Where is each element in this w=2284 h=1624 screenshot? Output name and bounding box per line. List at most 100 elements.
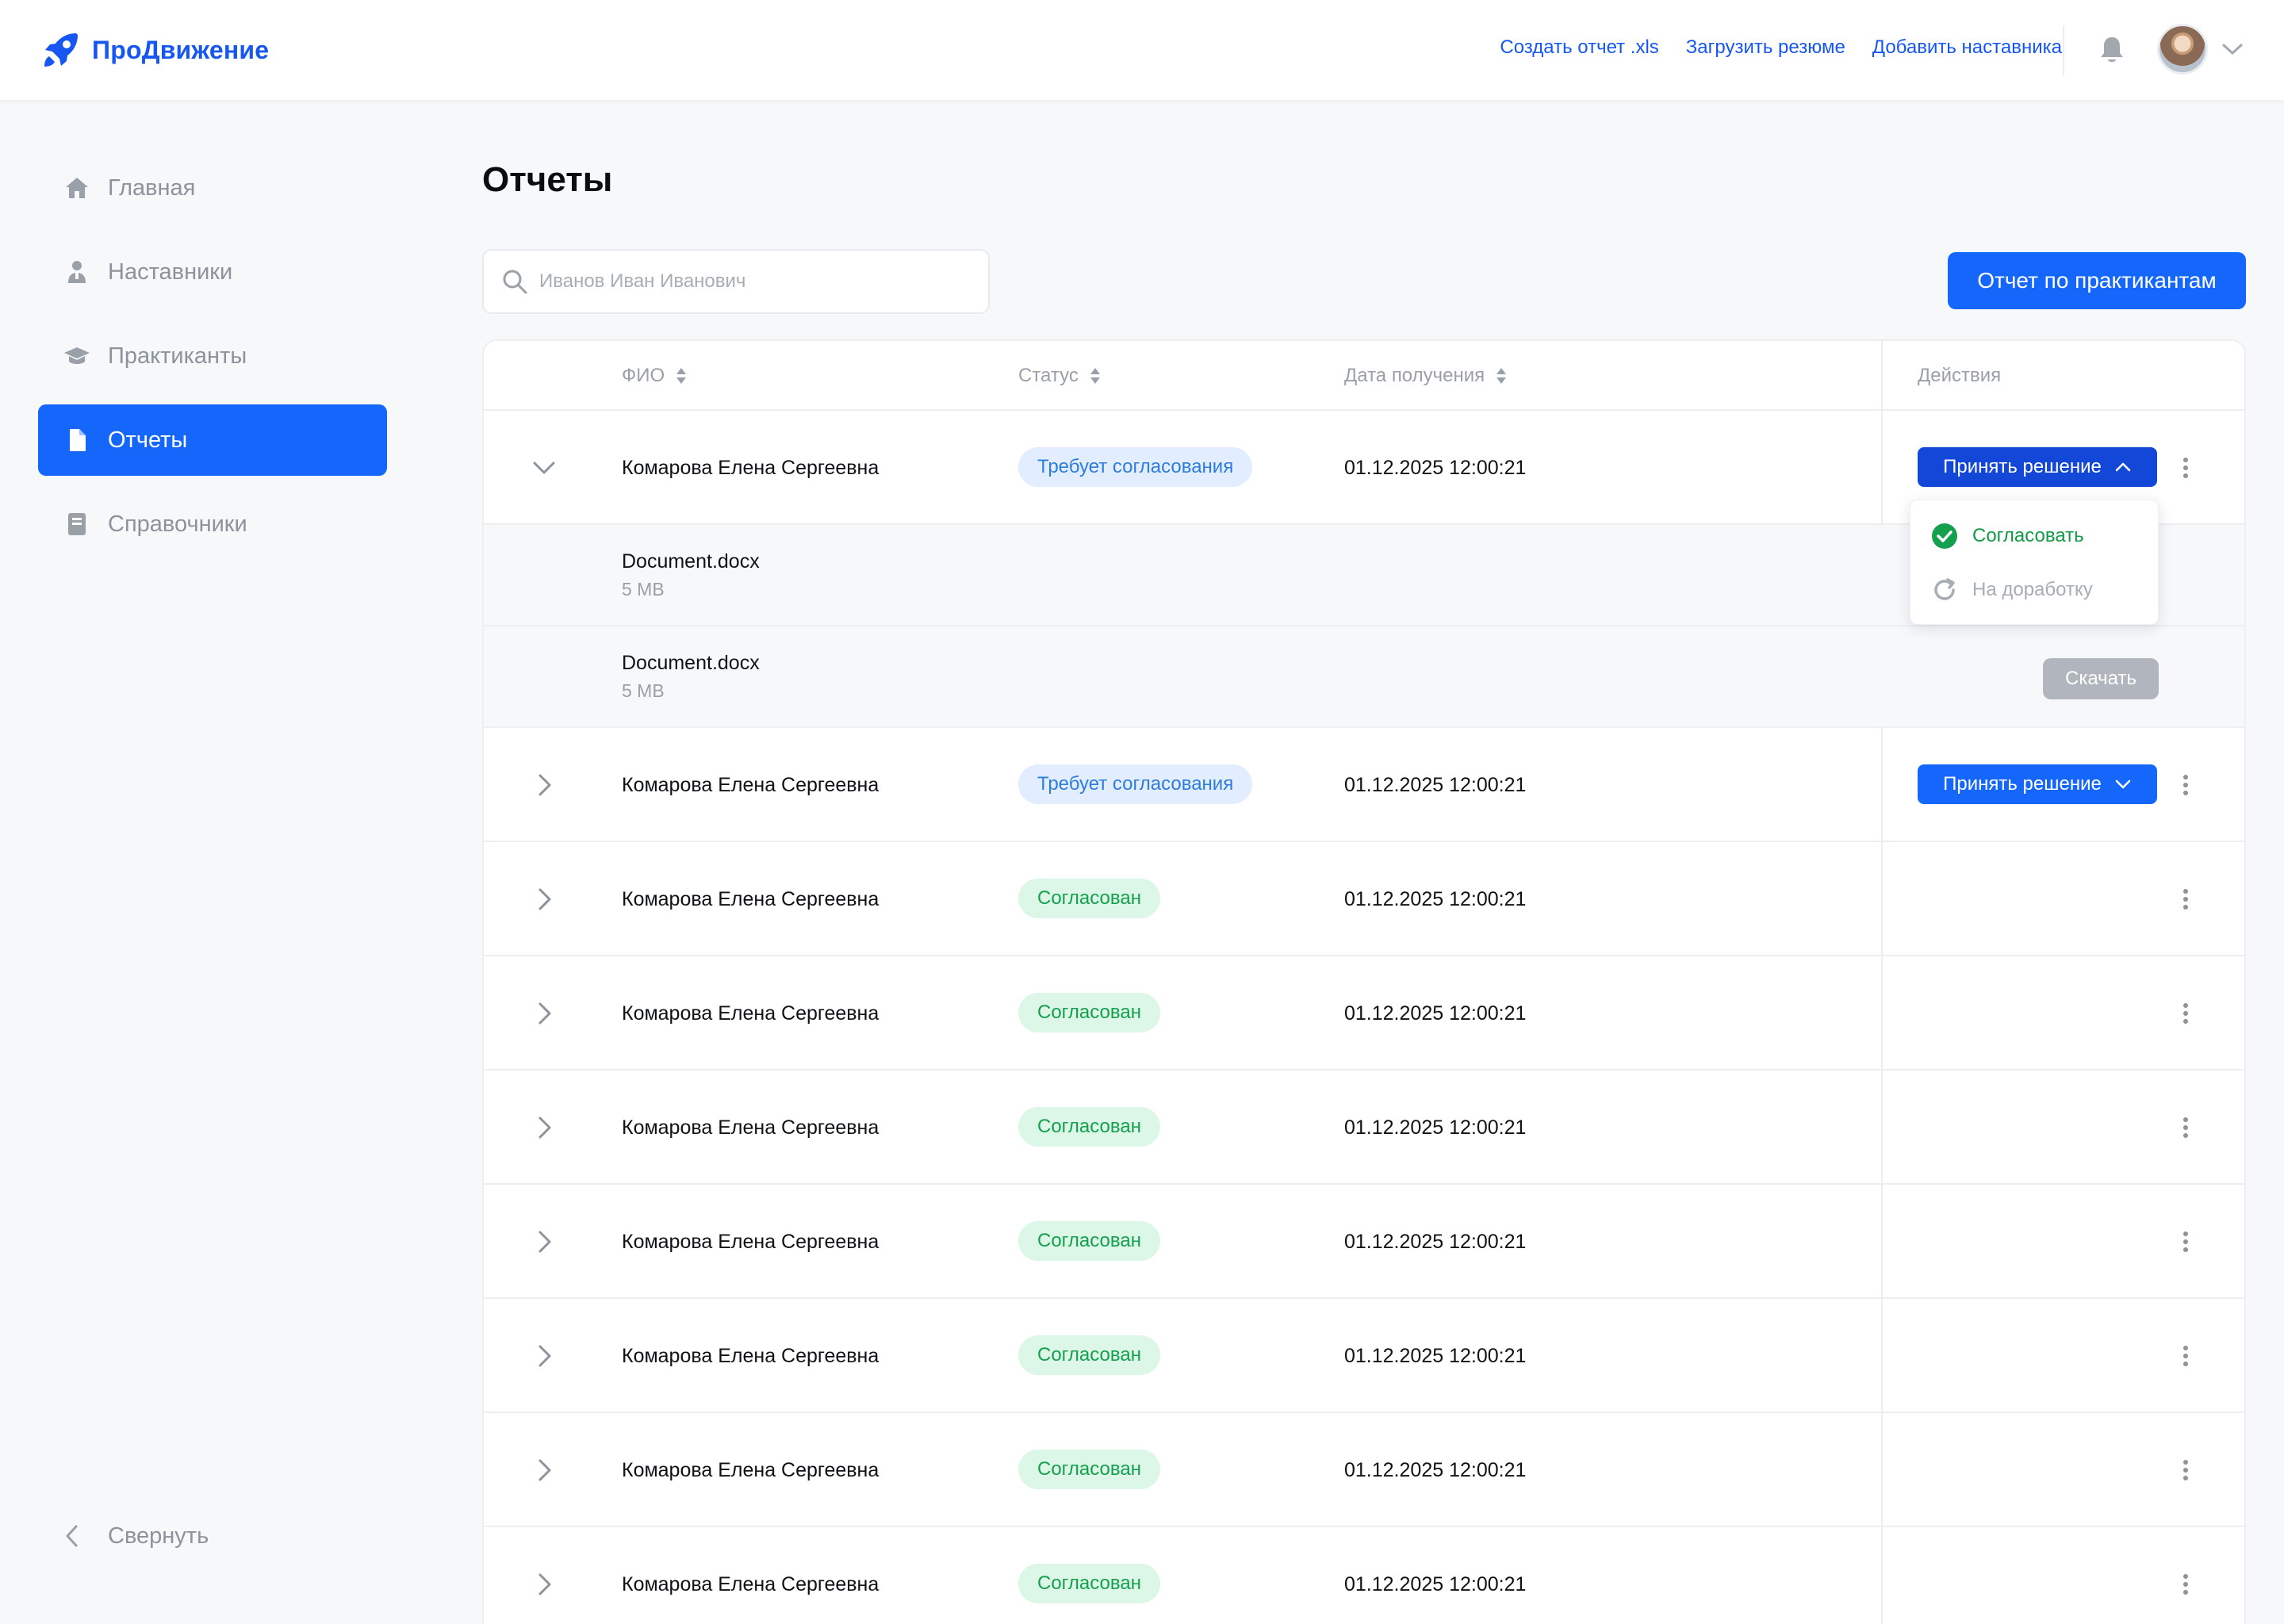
chevron-right-icon[interactable]	[530, 1113, 558, 1142]
chevron-right-icon[interactable]	[530, 1342, 558, 1370]
row-date: 01.12.2025 12:00:21	[1344, 1002, 1527, 1025]
row-name: Комарова Елена Сергеевна	[622, 1459, 879, 1481]
interns-report-button[interactable]: Отчет по практикантам	[1948, 252, 2246, 309]
chevron-right-icon[interactable]	[530, 999, 558, 1028]
decide-button[interactable]: Принять решение	[1918, 447, 2157, 487]
row-name: Комарова Елена Сергеевна	[622, 1573, 879, 1595]
app-logo[interactable]: ПроДвижение	[41, 30, 269, 70]
chevron-down-icon[interactable]	[530, 454, 558, 482]
chevron-left-icon	[66, 1525, 78, 1547]
more-icon[interactable]	[2176, 1226, 2195, 1258]
row-name: Комарова Елена Сергеевна	[622, 1002, 879, 1025]
header-divider	[2063, 25, 2064, 76]
column-header-status[interactable]: Статус	[1018, 365, 1101, 387]
row-date: 01.12.2025 12:00:21	[1344, 1231, 1527, 1253]
table-row[interactable]: Комарова Елена Сергеевна Согласован 01.1…	[484, 1071, 2244, 1185]
column-header-date[interactable]: Дата получения	[1344, 365, 1507, 387]
rocket-logo-icon	[44, 33, 78, 67]
row-date: 01.12.2025 12:00:21	[1344, 774, 1527, 796]
decide-button[interactable]: Принять решение	[1918, 764, 2157, 804]
chevron-right-icon[interactable]	[530, 1456, 558, 1484]
table-row[interactable]: Комарова Елена Сергеевна Согласован 01.1…	[484, 1185, 2244, 1299]
row-name: Комарова Елена Сергеевна	[622, 457, 879, 479]
row-name: Комарова Елена Сергеевна	[622, 774, 879, 796]
row-name: Комарова Елена Сергеевна	[622, 1116, 879, 1139]
sidebar-item-label: Наставники	[108, 259, 233, 285]
column-header-label: Действия	[1918, 365, 2002, 386]
file-size: 5 MB	[622, 579, 665, 599]
check-circle-icon	[1932, 523, 1957, 549]
sidebar-item-home[interactable]: Главная	[38, 152, 387, 224]
add-mentor-link[interactable]: Добавить наставника	[1872, 36, 2062, 59]
column-header-name[interactable]: ФИО	[622, 365, 687, 387]
file-row: Document.docx 5 MB Скачать	[484, 626, 2244, 728]
more-icon[interactable]	[2176, 998, 2195, 1029]
column-header-label: Дата получения	[1344, 365, 1485, 386]
upload-resume-link[interactable]: Загрузить резюме	[1686, 36, 1845, 59]
row-name: Комарова Елена Сергеевна	[622, 888, 879, 910]
chevron-right-icon[interactable]	[530, 885, 558, 914]
sort-icon	[676, 368, 687, 384]
status-badge: Согласован	[1018, 879, 1160, 918]
more-icon[interactable]	[2176, 1112, 2195, 1143]
row-date: 01.12.2025 12:00:21	[1344, 888, 1527, 910]
chevron-right-icon[interactable]	[530, 1570, 558, 1599]
search-icon	[503, 270, 527, 294]
file-name[interactable]: Document.docx	[622, 550, 760, 573]
sort-icon	[1090, 368, 1100, 384]
sort-icon	[1496, 368, 1507, 384]
status-badge: Требует согласования	[1018, 447, 1253, 487]
more-icon[interactable]	[2176, 452, 2195, 484]
page-title: Отчеты	[482, 160, 613, 199]
more-icon[interactable]	[2176, 883, 2195, 915]
create-xls-report-link[interactable]: Создать отчет .xls	[1500, 36, 1658, 59]
table-row[interactable]: Комарова Елена Сергеевна Согласован 01.1…	[484, 1299, 2244, 1413]
search-box[interactable]	[482, 249, 990, 314]
book-icon	[63, 511, 90, 538]
table-row[interactable]: Комарова Елена Сергеевна Требует согласо…	[484, 728, 2244, 842]
sidebar-item-label: Справочники	[108, 511, 247, 537]
table-row[interactable]: Комарова Елена Сергеевна Согласован 01.1…	[484, 956, 2244, 1071]
home-icon	[63, 174, 90, 201]
more-icon[interactable]	[2176, 769, 2195, 801]
decide-button-label: Принять решение	[1943, 773, 2102, 795]
rework-option[interactable]: На доработку	[1931, 576, 2093, 603]
mentor-icon	[63, 259, 90, 285]
bell-icon[interactable]	[2098, 35, 2125, 65]
search-input[interactable]	[539, 270, 968, 293]
top-header: ПроДвижение Создать отчет .xls Загрузить…	[0, 0, 2284, 100]
table-header: ФИО Статус Дата получения Действия	[484, 341, 2244, 411]
row-date: 01.12.2025 12:00:21	[1344, 1573, 1527, 1595]
more-icon[interactable]	[2176, 1568, 2195, 1600]
document-icon	[63, 427, 90, 454]
status-badge: Согласован	[1018, 1450, 1160, 1489]
decision-dropdown: Согласовать На доработку	[1910, 500, 2159, 625]
approve-option[interactable]: Согласовать	[1931, 523, 2084, 550]
sidebar-item-label: Отчеты	[108, 427, 188, 453]
table-row[interactable]: Комарова Елена Сергеевна Согласован 01.1…	[484, 842, 2244, 956]
more-icon[interactable]	[2176, 1340, 2195, 1372]
sidebar-collapse-button[interactable]: Свернуть	[63, 1522, 209, 1549]
table-row[interactable]: Комарова Елена Сергеевна Согласован 01.1…	[484, 1413, 2244, 1527]
refresh-icon	[1934, 578, 1955, 600]
row-date: 01.12.2025 12:00:21	[1344, 1459, 1527, 1481]
sidebar-item-reports[interactable]: Отчеты	[38, 404, 387, 476]
chevron-down-icon[interactable]	[2221, 40, 2244, 59]
status-badge: Согласован	[1018, 1564, 1160, 1603]
sidebar-item-mentors[interactable]: Наставники	[38, 236, 387, 308]
column-header-label: ФИО	[622, 365, 665, 386]
chevron-right-icon[interactable]	[530, 1228, 558, 1256]
table-row[interactable]: Комарова Елена Сергеевна Согласован 01.1…	[484, 1527, 2244, 1624]
sidebar-item-directories[interactable]: Справочники	[38, 488, 387, 560]
status-badge: Требует согласования	[1018, 764, 1253, 804]
graduation-cap-icon	[63, 343, 90, 370]
more-icon[interactable]	[2176, 1454, 2195, 1486]
collapse-label: Свернуть	[108, 1522, 209, 1549]
chevron-right-icon[interactable]	[530, 771, 558, 799]
column-header-actions: Действия	[1918, 365, 2001, 387]
sidebar-item-interns[interactable]: Практиканты	[38, 320, 387, 392]
file-name[interactable]: Document.docx	[622, 652, 760, 675]
download-button[interactable]: Скачать	[2043, 658, 2159, 699]
avatar[interactable]	[2157, 24, 2208, 75]
row-date: 01.12.2025 12:00:21	[1344, 457, 1527, 479]
